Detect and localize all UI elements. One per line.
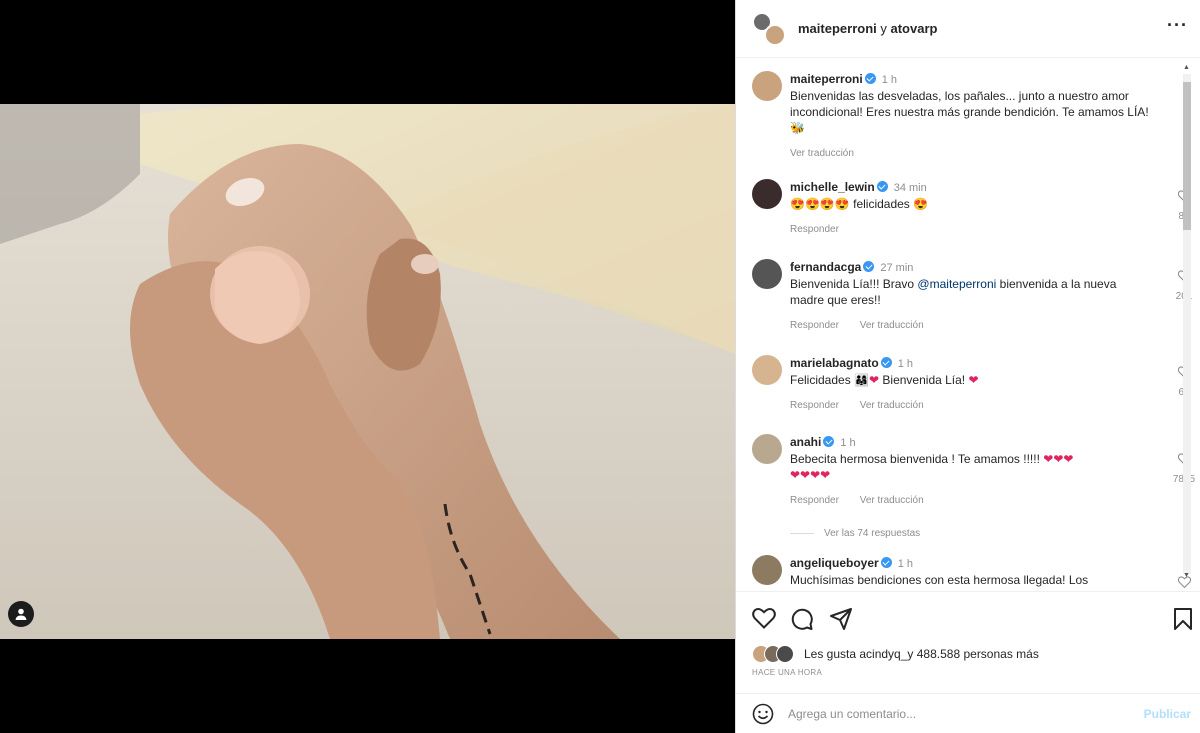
comment-time[interactable]: 34 min (894, 182, 927, 194)
comment-item: michelle_lewin 34 min 😍😍😍😍 felicidades 😍 … (752, 179, 1191, 238)
likes-count-text[interactable]: y 488.588 personas más (907, 647, 1038, 661)
reply-link[interactable]: Responder (790, 224, 839, 235)
view-replies-label: Ver las 74 respuestas (824, 528, 921, 539)
comment-meta: Responder Ver traducción (790, 398, 1152, 414)
comment-text: Bebecita hermosa bienvenida ! Te amamos … (790, 452, 1074, 482)
comment-time[interactable]: 1 h (840, 437, 855, 449)
comments-list: maiteperroni 1 h Bienvenidas las desvelad… (736, 59, 1200, 590)
post-photo[interactable] (0, 104, 735, 639)
bookmark-icon[interactable] (1173, 607, 1193, 631)
liker-username[interactable]: cindyq_ (866, 647, 907, 661)
comments-scrollbar[interactable]: ▲ ▼ (1180, 64, 1194, 584)
comment-username[interactable]: fernandacga (790, 260, 861, 274)
heart-emoji-icon: ❤ (968, 373, 979, 387)
more-horizontal-icon: ··· (1167, 15, 1188, 35)
avatar[interactable] (752, 555, 782, 585)
heart-icon[interactable] (752, 607, 776, 629)
comment-text: Bienvenida Lía!!! Bravo @maiteperroni bi… (790, 277, 1117, 307)
avatar[interactable] (776, 645, 794, 663)
header-connector: y (880, 21, 887, 36)
post-header: maiteperroni y atovarp ··· (736, 0, 1200, 58)
bee-emoji-icon: 🐝 (790, 121, 805, 135)
comment-meta: Ver traducción (790, 146, 1152, 162)
heart-eyes-emoji-icon: 😍😍😍😍 (790, 197, 850, 211)
avatar[interactable] (752, 259, 782, 289)
avatar[interactable] (752, 179, 782, 209)
header-user2[interactable]: atovarp (891, 21, 938, 36)
user-tag-button[interactable] (8, 601, 34, 627)
verified-badge-icon (880, 357, 892, 368)
comment-text: 😍😍😍😍 felicidades 😍 (790, 197, 929, 211)
verified-badge-icon (880, 557, 892, 568)
smiley-icon[interactable] (752, 703, 774, 725)
post-sidebar: maiteperroni y atovarp ··· maiteperroni 1… (735, 0, 1200, 733)
heart-eyes-emoji-icon: 😍 (913, 197, 929, 211)
comment-meta: Responder Ver traducción (790, 318, 1152, 334)
mention-link[interactable]: @maiteperroni (917, 277, 996, 291)
heart-emoji-icon: ❤❤❤❤ (790, 468, 831, 482)
comment-username[interactable]: marielabagnato (790, 356, 879, 370)
comment-username[interactable]: anahi (790, 435, 821, 449)
view-replies-button[interactable]: Ver las 74 respuestas (790, 528, 920, 539)
heart-emoji-icon: ❤ (869, 373, 880, 387)
comment-text: Bienvenidas las desveladas, los pañales.… (790, 89, 1149, 135)
comment-text: Felicidades 👨‍👩‍👧❤ Bienvenida Lía! ❤ (790, 373, 979, 387)
comment-time[interactable]: 1 h (882, 74, 897, 86)
translate-link[interactable]: Ver traducción (860, 495, 924, 506)
comment-time[interactable]: 1 h (898, 358, 913, 370)
comment-input[interactable] (788, 706, 1118, 721)
comment-meta: Responder Ver traducción (790, 493, 1152, 509)
header-user1[interactable]: maiteperroni (798, 21, 877, 36)
post-timestamp[interactable]: HACE UNA HORA (752, 668, 822, 677)
comment-item: marielabagnato 1 h Felicidades 👨‍👩‍👧❤ Bie… (752, 355, 1191, 414)
comment-item: fernandacga 27 min Bienvenida Lía!!! Brav… (752, 259, 1192, 334)
header-usernames: maiteperroni y atovarp (798, 21, 937, 36)
family-emoji-icon: 👨‍👩‍👧 (854, 373, 869, 387)
comment-item: anahi 1 h Bebecita hermosa bienvenida ! T… (752, 434, 1195, 509)
avatar[interactable] (764, 23, 786, 46)
verified-badge-icon (823, 436, 835, 447)
send-icon[interactable] (829, 607, 853, 631)
scroll-up-icon[interactable]: ▲ (1183, 64, 1190, 71)
person-icon (15, 608, 27, 620)
avatar[interactable] (752, 71, 782, 101)
likes-text-prefix: Les gusta a (804, 647, 867, 661)
liker-avatars (752, 645, 800, 663)
avatar[interactable] (752, 355, 782, 385)
comment-meta: Responder (790, 222, 1152, 238)
comment-text: Muchísimas bendiciones con esta hermosa … (790, 573, 1089, 587)
reply-link[interactable]: Responder (790, 400, 839, 411)
post-media-pane (0, 0, 735, 733)
comment-time[interactable]: 1 h (898, 558, 913, 570)
reply-link[interactable]: Responder (790, 495, 839, 506)
comment-username[interactable]: angeliqueboyer (790, 556, 879, 570)
post-actions: Les gusta a cindyq_ y 488.588 personas m… (736, 591, 1200, 691)
header-avatars[interactable] (752, 11, 786, 46)
translate-link[interactable]: Ver traducción (860, 400, 924, 411)
translate-link[interactable]: Ver traducción (860, 320, 924, 331)
comment-username[interactable]: maiteperroni (790, 72, 863, 86)
comment-icon[interactable] (790, 607, 814, 631)
publish-button[interactable]: Publicar (1144, 707, 1191, 721)
heart-emoji-icon: ❤❤❤ (1043, 452, 1074, 466)
hands-illustration (0, 104, 735, 639)
reply-link[interactable]: Responder (790, 320, 839, 331)
likes-summary: Les gusta a cindyq_ y 488.588 personas m… (752, 645, 1039, 663)
comment-time[interactable]: 27 min (880, 262, 913, 274)
verified-badge-icon (876, 181, 888, 192)
more-options-button[interactable]: ··· (1167, 16, 1188, 34)
translate-link[interactable]: Ver traducción (790, 148, 854, 159)
replies-divider (790, 533, 814, 534)
verified-badge-icon (863, 261, 875, 272)
comment-item: angeliqueboyer 1 h Muchísimas bendiciones… (752, 555, 1191, 589)
comment-username[interactable]: michelle_lewin (790, 180, 875, 194)
verified-badge-icon (864, 73, 876, 84)
avatar[interactable] (752, 434, 782, 464)
scroll-thumb[interactable] (1183, 82, 1191, 230)
caption: maiteperroni 1 h Bienvenidas las desvelad… (752, 71, 1152, 162)
scroll-down-icon[interactable]: ▼ (1183, 572, 1190, 579)
add-comment-bar: Publicar (736, 693, 1200, 733)
